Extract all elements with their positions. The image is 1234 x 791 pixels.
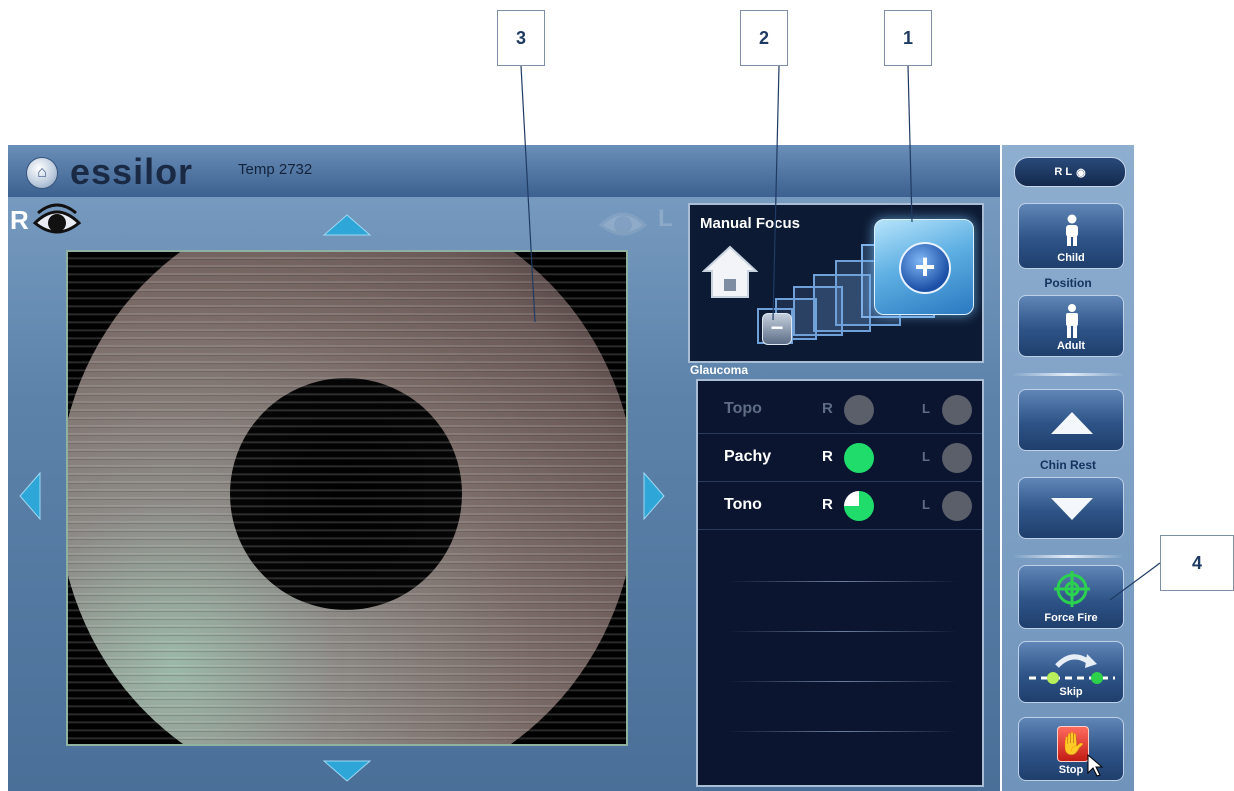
- list-divider: [728, 681, 958, 682]
- row-name: Topo: [724, 400, 762, 417]
- right-progress-dot: [844, 491, 874, 521]
- measurement-list: Topo R L Pachy R L Tono R L: [696, 379, 984, 787]
- left-status-dot: [942, 443, 972, 473]
- left-eye-label: L: [922, 497, 930, 512]
- right-eye-label: R: [822, 496, 833, 513]
- stop-label: Stop: [1058, 764, 1084, 776]
- left-status-dot: [942, 491, 972, 521]
- list-divider: [728, 631, 958, 632]
- child-label: Child: [1057, 252, 1085, 264]
- row-name: Tono: [724, 496, 762, 513]
- app-window: ⌂ essilor Temp 2732 R L Manual Focus − +…: [8, 145, 1000, 791]
- separator: [1012, 373, 1124, 376]
- brand-logo: essilor: [70, 151, 194, 192]
- list-divider: [728, 581, 958, 582]
- row-tono[interactable]: Tono R L: [698, 483, 982, 530]
- adult-label: Adult: [1056, 340, 1086, 352]
- force-fire-button[interactable]: Force Fire: [1018, 565, 1124, 629]
- separator: [1012, 555, 1124, 558]
- right-eye-label: R: [10, 205, 29, 235]
- callout-1: 1: [884, 10, 932, 66]
- list-divider: [728, 731, 958, 732]
- minus-icon: −: [770, 315, 784, 340]
- eye-icon: ◉: [1076, 166, 1086, 179]
- left-eye-icon[interactable]: [598, 205, 648, 241]
- left-status-dot: [942, 395, 972, 425]
- eye-select-toggle[interactable]: R L ◉: [1014, 157, 1126, 187]
- right-eye-icon[interactable]: [32, 203, 82, 239]
- mouse-cursor-icon: [1087, 754, 1103, 777]
- home-position-icon[interactable]: [702, 245, 758, 299]
- row-pachy[interactable]: Pachy R L: [698, 435, 982, 482]
- row-name: Pachy: [724, 448, 772, 465]
- right-status-dot: [844, 443, 874, 473]
- focus-minus-button[interactable]: −: [762, 313, 792, 345]
- adult-button[interactable]: Adult: [1018, 295, 1124, 357]
- left-eye-label: L: [658, 205, 673, 232]
- up-triangle-icon: [1051, 412, 1093, 434]
- force-fire-label: Force Fire: [1044, 612, 1098, 624]
- scanline-overlay: [68, 252, 626, 744]
- eye-toggle-label: R L: [1054, 166, 1073, 178]
- row-topo[interactable]: Topo R L: [698, 387, 982, 434]
- child-figure-icon: [1066, 214, 1078, 246]
- home-button[interactable]: ⌂: [26, 157, 58, 189]
- right-status-dot: [844, 395, 874, 425]
- callout-4: 4: [1160, 535, 1234, 591]
- adult-figure-icon: [1066, 304, 1078, 338]
- position-label: Position: [1044, 276, 1092, 290]
- house-icon: ⌂: [37, 164, 47, 181]
- left-eye-label: L: [922, 401, 930, 416]
- move-right-arrow[interactable]: [642, 471, 666, 521]
- move-down-arrow[interactable]: [322, 759, 372, 783]
- stop-hand-icon: ✋: [1057, 726, 1089, 762]
- skip-icon: [1029, 654, 1115, 684]
- left-eye-label: L: [922, 449, 930, 464]
- down-triangle-icon: [1051, 498, 1093, 520]
- chin-rest-up-button[interactable]: [1018, 389, 1124, 451]
- manual-focus-panel: Manual Focus − +: [688, 203, 984, 363]
- stop-button[interactable]: ✋ Stop: [1018, 717, 1124, 781]
- skip-button[interactable]: Skip: [1018, 641, 1124, 703]
- move-up-arrow[interactable]: [322, 213, 372, 237]
- chin-rest-down-button[interactable]: [1018, 477, 1124, 539]
- focus-plus-button[interactable]: +: [874, 219, 974, 315]
- top-bar: ⌂ essilor Temp 2732: [8, 145, 1000, 197]
- control-column: R L ◉ Child Position Adult Chin Rest For…: [1002, 145, 1134, 791]
- skip-label: Skip: [1059, 686, 1083, 698]
- child-button[interactable]: Child: [1018, 203, 1124, 269]
- callout-3: 3: [497, 10, 545, 66]
- chin-rest-label: Chin Rest: [1039, 458, 1096, 472]
- plus-icon: +: [899, 242, 951, 294]
- right-eye-label: R: [822, 448, 833, 465]
- eye-camera-view: [66, 250, 628, 746]
- glaucoma-title: Glaucoma: [690, 363, 749, 377]
- move-left-arrow[interactable]: [18, 471, 42, 521]
- callout-2: 2: [740, 10, 788, 66]
- crosshair-icon: [1054, 571, 1090, 607]
- patient-name: Temp 2732: [238, 161, 313, 178]
- right-eye-label: R: [822, 400, 833, 417]
